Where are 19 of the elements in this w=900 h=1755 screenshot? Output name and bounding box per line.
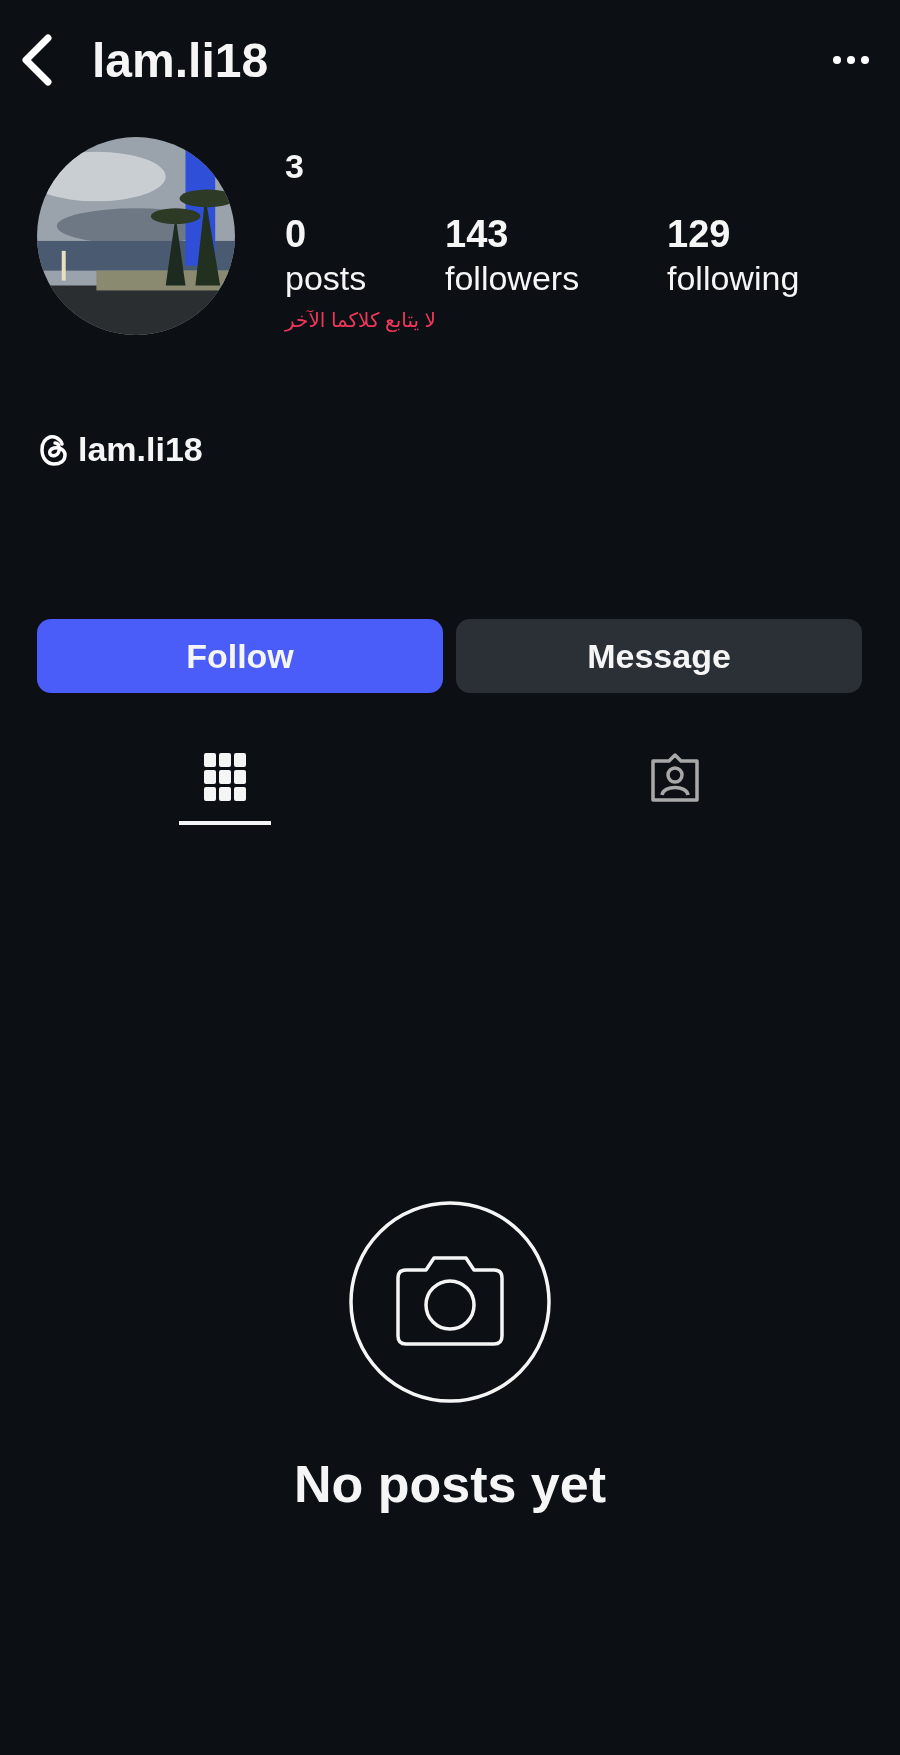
person-tag-icon xyxy=(649,753,701,803)
more-icon[interactable] xyxy=(832,55,870,65)
follow-button[interactable]: Follow xyxy=(37,619,443,693)
threads-handle[interactable]: lam.li18 xyxy=(78,430,203,469)
message-button[interactable]: Message xyxy=(456,619,862,693)
follow-status-note: لا يتابع كلاكما الآخر xyxy=(285,308,436,332)
stat-label: following xyxy=(667,258,801,299)
empty-state-title: No posts yet xyxy=(293,1454,607,1514)
highlight-count: 3 xyxy=(285,147,305,186)
profile-username: lam.li18 xyxy=(92,32,270,88)
stat-value: 0 xyxy=(285,212,308,256)
threads-icon xyxy=(40,433,68,466)
back-icon[interactable] xyxy=(20,34,54,86)
stat-value: 143 xyxy=(445,212,510,256)
grid-icon xyxy=(204,753,246,803)
stat-label: posts xyxy=(285,258,368,299)
stat-label: followers xyxy=(445,258,581,299)
stat-value: 129 xyxy=(667,212,732,256)
camera-icon xyxy=(348,1200,552,1404)
